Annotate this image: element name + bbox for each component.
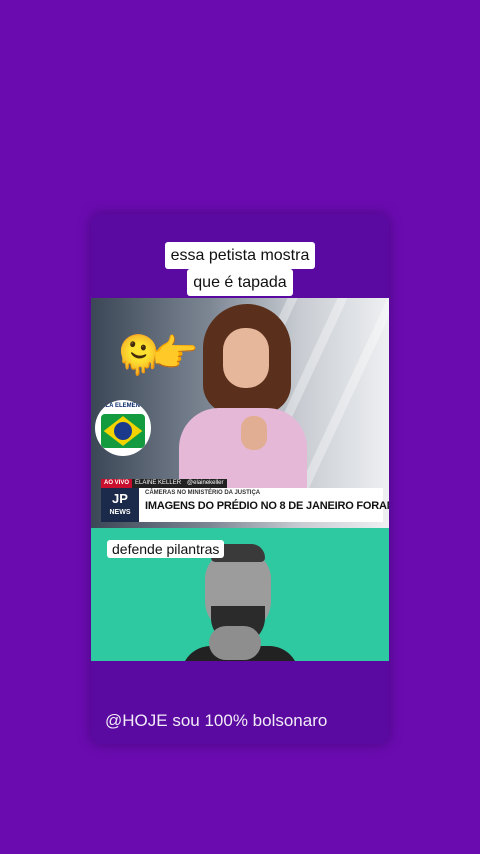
live-label: AO VIVO [101, 479, 133, 488]
cam-caption: defende pilantras [107, 540, 225, 559]
headline-kicker: CÂMERAS NO MINISTÉRIO DA JUSTIÇA [145, 490, 261, 496]
logo-bottom: NEWS [109, 509, 131, 516]
pointing-hand-icon: 👉 [151, 333, 199, 375]
live-bar: AO VIVO ELAINE KELLER @elainekeller [101, 479, 371, 488]
anchor-handle: @elainekeller [184, 479, 227, 488]
anchor-face [223, 328, 269, 388]
badge-label: FALA ELEMENTO [97, 403, 149, 409]
logo-top: JP [112, 491, 128, 506]
cam-caption-text: defende pilantras [107, 540, 225, 558]
commentator-camera: defende pilantras [91, 528, 389, 661]
anchor-hand [241, 416, 267, 450]
video-card[interactable]: essa petista mostra que é tapada 🫠 👉 FAL… [91, 214, 389, 744]
caption-line-2: que é tapada [187, 269, 293, 296]
headline: IMAGENS DO PRÉDIO NO 8 DE JANEIRO FORAM … [145, 500, 389, 512]
anchor-name: ELAINE KELLER [132, 479, 185, 488]
top-caption: essa petista mostra que é tapada [91, 242, 389, 296]
jp-news-logo: JP NEWS [101, 488, 139, 522]
news-broadcast-frame: 🫠 👉 FALA ELEMENTO AO VIVO ELAINE KELLER @e… [91, 298, 389, 528]
watermark: @HOJE sou 100% bolsonaro [105, 711, 328, 730]
lower-third: JP NEWS CÂMERAS NO MINISTÉRIO DA JUSTIÇA… [101, 488, 389, 522]
commentator-hand [209, 626, 261, 660]
fala-elemento-badge: FALA ELEMENTO [95, 400, 151, 456]
flag-circle [114, 422, 132, 440]
studio-stripe [294, 298, 389, 498]
caption-line-1: essa petista mostra [164, 242, 316, 269]
